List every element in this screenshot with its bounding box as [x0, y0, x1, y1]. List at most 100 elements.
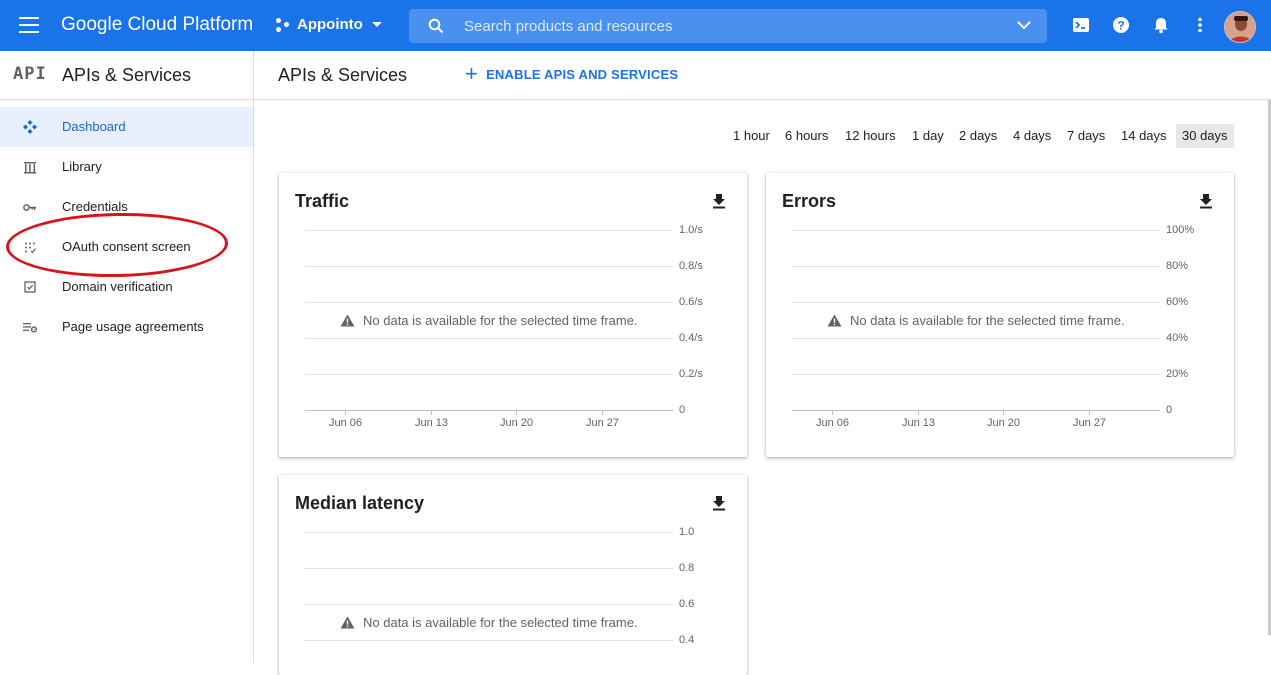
- project-name: Appointo: [297, 16, 363, 33]
- x-tick: [345, 410, 346, 415]
- time-range-option[interactable]: 1 hour: [727, 124, 776, 148]
- x-axis-line: [792, 410, 1160, 411]
- grid-line: [305, 230, 673, 231]
- card-title: Errors: [782, 191, 837, 211]
- settings-list-icon: [23, 323, 38, 333]
- time-range-option[interactable]: 7 days: [1061, 124, 1111, 148]
- dashboard-icon: [23, 120, 37, 134]
- grid-line: [305, 266, 673, 267]
- grid-line: [305, 604, 673, 605]
- chevron-down-icon: [371, 22, 382, 27]
- card-title: Traffic: [295, 191, 350, 211]
- user-avatar[interactable]: [1224, 11, 1256, 43]
- grid-line: [792, 266, 1160, 267]
- help-icon[interactable]: ?: [1111, 15, 1131, 35]
- x-tick-label: Jun 20: [987, 417, 1021, 429]
- project-dots-icon: [276, 17, 290, 32]
- api-logo-icon: API: [13, 64, 47, 84]
- sidebar-item-page-usage-agreements[interactable]: Page usage agreements: [0, 307, 253, 347]
- time-range-option[interactable]: 1 day: [906, 124, 950, 148]
- enable-apis-button[interactable]: + ENABLE APIS AND SERVICES: [465, 63, 679, 85]
- y-tick-label: 0: [679, 404, 686, 416]
- sidebar-item-label: Credentials: [62, 199, 128, 214]
- no-data-message: No data is available for the selected ti…: [827, 313, 1125, 328]
- time-range-option[interactable]: 2 days: [953, 124, 1003, 148]
- brand-title[interactable]: Google Cloud Platform: [61, 14, 253, 36]
- y-tick-label: 0.6/s: [679, 296, 703, 308]
- grid-line: [792, 374, 1160, 375]
- y-tick-label: 60%: [1166, 296, 1189, 308]
- y-tick-label: 0.8/s: [679, 260, 703, 272]
- avatar-photo-icon: [1225, 12, 1255, 42]
- time-range-option[interactable]: 6 hours: [779, 124, 834, 148]
- sidebar-item-domain-verification[interactable]: Domain verification: [0, 267, 253, 307]
- no-data-text: No data is available for the selected ti…: [363, 313, 638, 328]
- time-range-option[interactable]: 12 hours: [839, 124, 902, 148]
- grid-line: [792, 338, 1160, 339]
- download-icon[interactable]: [1199, 193, 1213, 209]
- sidebar-item-label: Domain verification: [62, 279, 173, 294]
- x-tick: [918, 410, 919, 415]
- grid-line: [305, 532, 673, 533]
- time-range-option[interactable]: 4 days: [1007, 124, 1057, 148]
- search-bar[interactable]: [409, 9, 1047, 43]
- sidebar-item-label: Dashboard: [62, 119, 126, 134]
- x-tick: [1089, 410, 1090, 415]
- sidebar-item-label: Page usage agreements: [62, 319, 204, 334]
- download-icon[interactable]: [712, 193, 726, 209]
- x-tick-label: Jun 06: [329, 417, 363, 429]
- svg-text:?: ?: [1117, 19, 1124, 33]
- page-title: APIs & Services: [278, 65, 408, 85]
- x-tick-label: Jun 27: [1073, 417, 1107, 429]
- time-range-option-selected[interactable]: 30 days: [1176, 124, 1234, 148]
- errors-card: Errors 100% 80% 60% 40% 20% 0 Jun 06 Jun…: [766, 173, 1234, 457]
- sidebar-item-oauth-consent-screen[interactable]: OAuth consent screen: [0, 227, 253, 267]
- no-data-message: No data is available for the selected ti…: [340, 313, 638, 328]
- project-selector[interactable]: Appointo: [276, 16, 382, 33]
- grid-line: [305, 640, 673, 641]
- y-tick-label: 0: [1166, 404, 1173, 416]
- enable-apis-label: ENABLE APIS AND SERVICES: [486, 66, 679, 82]
- checkbox-icon: [24, 281, 36, 293]
- grid-line: [305, 338, 673, 339]
- sidebar-item-dashboard[interactable]: Dashboard: [0, 107, 253, 147]
- sidebar-item-label: OAuth consent screen: [62, 239, 191, 254]
- sidebar-item-credentials[interactable]: Credentials: [0, 187, 253, 227]
- warning-icon: [340, 616, 355, 629]
- x-tick: [431, 410, 432, 415]
- sidebar-item-library[interactable]: Library: [0, 147, 253, 187]
- grid-line: [305, 568, 673, 569]
- grid-line: [792, 302, 1160, 303]
- y-tick-label: 1.0: [679, 526, 695, 538]
- y-tick-label: 100%: [1166, 224, 1195, 236]
- y-tick-label: 0.6: [679, 598, 695, 610]
- grid-line: [305, 374, 673, 375]
- search-expand-chevron-icon[interactable]: [1017, 20, 1031, 30]
- x-tick: [832, 410, 833, 415]
- y-tick-label: 20%: [1166, 368, 1189, 380]
- x-tick-label: Jun 13: [415, 417, 449, 429]
- cloud-shell-icon[interactable]: [1071, 15, 1091, 35]
- x-tick: [602, 410, 603, 415]
- main-menu-icon[interactable]: [19, 17, 39, 33]
- x-tick-label: Jun 27: [586, 417, 620, 429]
- time-range-option[interactable]: 14 days: [1115, 124, 1173, 148]
- y-tick-label: 1.0/s: [679, 224, 703, 236]
- x-tick: [516, 410, 517, 415]
- grid-line: [792, 230, 1160, 231]
- x-tick-label: Jun 06: [816, 417, 850, 429]
- x-tick: [1003, 410, 1004, 415]
- x-axis-line: [305, 410, 673, 411]
- consent-grid-icon: [25, 242, 36, 254]
- key-icon: [23, 204, 36, 211]
- more-options-icon[interactable]: [1190, 15, 1210, 35]
- y-tick-label: 0.4/s: [679, 332, 703, 344]
- no-data-text: No data is available for the selected ti…: [850, 313, 1125, 328]
- download-icon[interactable]: [712, 495, 726, 511]
- sidebar-title: APIs & Services: [62, 65, 192, 85]
- y-tick-label: 0.4: [679, 634, 695, 646]
- search-input[interactable]: [464, 9, 1004, 43]
- notifications-bell-icon[interactable]: [1151, 15, 1171, 35]
- library-icon: [24, 162, 36, 174]
- warning-icon: [827, 314, 842, 327]
